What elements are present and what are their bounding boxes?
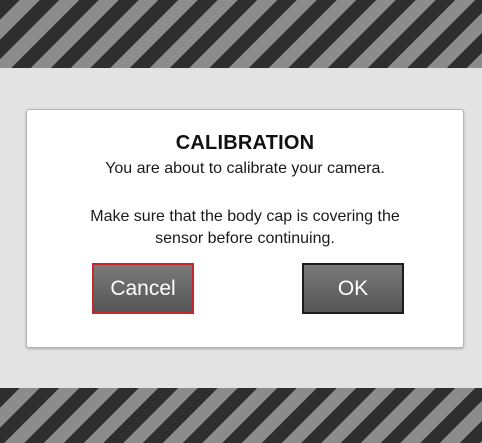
- hazard-stripe-top: [0, 0, 482, 68]
- cancel-button-label: Cancel: [110, 276, 176, 300]
- dialog-message-instruction-line1: Make sure that the body cap is covering …: [90, 208, 400, 225]
- hazard-stripe-bottom: [0, 388, 482, 443]
- cancel-button[interactable]: Cancel: [92, 263, 194, 314]
- ok-button-label: OK: [337, 276, 369, 300]
- dialog-message-intro: You are about to calibrate your camera.: [105, 160, 385, 177]
- dialog-message-instruction-line2: sensor before continuing.: [155, 230, 335, 247]
- dialog-title: CALIBRATION: [175, 132, 315, 154]
- dialog-message-instruction: Make sure that the body cap is covering …: [27, 206, 463, 250]
- ok-button[interactable]: OK: [302, 263, 404, 314]
- calibration-dialog: CALIBRATION You are about to calibrate y…: [26, 109, 464, 348]
